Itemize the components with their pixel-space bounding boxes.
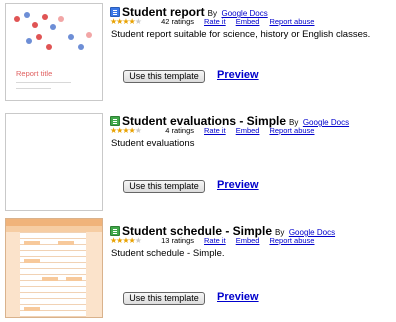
diagram-node <box>68 34 74 40</box>
thumbnail-schedule-column <box>86 232 102 317</box>
thumbnail-schedule-cell <box>42 277 58 281</box>
use-template-button[interactable]: Use this template <box>123 70 205 83</box>
template-title-line: Student evaluations - Simple By Google Do… <box>110 112 349 128</box>
rate-it-link[interactable]: Rate it <box>204 236 226 245</box>
diagram-node <box>50 24 56 30</box>
embed-link[interactable]: Embed <box>236 236 260 245</box>
template-meta: ★★★★★ 13 ratings Rate it Embed Report abuse <box>110 236 314 246</box>
rating-stars-icon[interactable]: ★★★★★ <box>110 17 152 26</box>
template-title-line: Student schedule - Simple By Google Docs <box>110 222 335 238</box>
template-description: Student evaluations <box>111 138 195 149</box>
template-description: Student report suitable for science, his… <box>111 29 371 40</box>
thumbnail-schedule-cell <box>66 277 82 281</box>
docs-icon <box>110 7 120 17</box>
preview-link[interactable]: Preview <box>217 291 259 303</box>
template-thumbnail-student-report[interactable]: Report title <box>5 3 103 101</box>
thumbnail-schedule-cell <box>24 241 40 245</box>
thumbnail-schedule-time-column <box>6 232 20 317</box>
preview-link[interactable]: Preview <box>217 179 259 191</box>
rate-it-link[interactable]: Rate it <box>204 17 226 26</box>
diagram-node <box>32 22 38 28</box>
ratings-count: 13 ratings <box>161 236 194 245</box>
preview-link[interactable]: Preview <box>217 69 259 81</box>
diagram-node <box>86 32 92 38</box>
report-abuse-link[interactable]: Report abuse <box>269 126 314 135</box>
thumbnail-text-line <box>16 88 51 89</box>
thumbnail-schedule-cell <box>24 307 40 311</box>
template-title-line: Student report By Google Docs <box>110 3 268 19</box>
template-description: Student schedule - Simple. <box>111 248 225 259</box>
report-abuse-link[interactable]: Report abuse <box>269 17 314 26</box>
diagram-node <box>36 34 42 40</box>
rating-stars-icon[interactable]: ★★★★★ <box>110 126 152 135</box>
rate-it-link[interactable]: Rate it <box>204 126 226 135</box>
ratings-count: 42 ratings <box>161 17 194 26</box>
thumbnail-schedule-header <box>6 219 102 226</box>
embed-link[interactable]: Embed <box>236 17 260 26</box>
embed-link[interactable]: Embed <box>236 126 260 135</box>
diagram-node <box>58 16 64 22</box>
thumbnail-text-line <box>16 82 71 83</box>
diagram-node <box>14 16 20 22</box>
sheets-icon <box>110 226 120 236</box>
diagram-node <box>78 44 84 50</box>
template-meta: ★★★★★ 4 ratings Rate it Embed Report abuse <box>110 126 314 136</box>
thumbnail-schedule-cell <box>58 241 74 245</box>
template-thumbnail-student-schedule[interactable] <box>5 218 103 318</box>
diagram-node <box>42 14 48 20</box>
diagram-node <box>26 38 32 44</box>
report-abuse-link[interactable]: Report abuse <box>269 236 314 245</box>
sheets-icon <box>110 116 120 126</box>
use-template-button[interactable]: Use this template <box>123 292 205 305</box>
template-meta: ★★★★★ 42 ratings Rate it Embed Report abuse <box>110 17 314 27</box>
thumbnail-report-title: Report title <box>16 69 53 78</box>
rating-stars-icon[interactable]: ★★★★★ <box>110 236 152 245</box>
thumbnail-schedule-cell <box>24 259 40 263</box>
template-thumbnail-student-evaluations[interactable] <box>5 113 103 211</box>
diagram-node <box>46 44 52 50</box>
diagram-node <box>24 12 30 18</box>
ratings-count: 4 ratings <box>165 126 194 135</box>
use-template-button[interactable]: Use this template <box>123 180 205 193</box>
